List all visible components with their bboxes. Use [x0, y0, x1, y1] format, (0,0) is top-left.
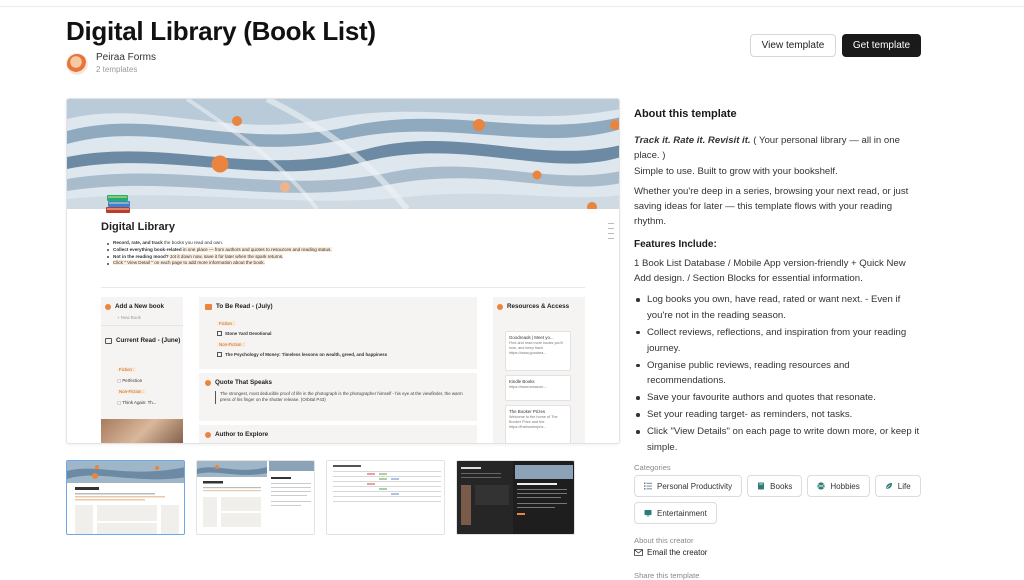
- preview-page-title: Digital Library: [101, 221, 175, 233]
- wave-banner: [67, 99, 619, 209]
- thumbnail-4[interactable]: [456, 460, 575, 535]
- new-book-button: + New Book: [117, 315, 141, 320]
- tbr-nonfiction-item: The Psychology of Money: Timeless lesson…: [217, 352, 387, 357]
- tv-icon: [644, 510, 652, 517]
- nonfiction-item: ▢ Think Again: Th...: [117, 400, 157, 405]
- categories-list: Personal Productivity Books Hobbies Life…: [634, 475, 924, 524]
- template-preview-image: Digital Library Record, rate, and track …: [66, 98, 620, 444]
- preview-bullet: Not in the reading mood? Jot it down now…: [107, 253, 587, 261]
- preview-left-column: Add a New book + New Book Current Read -…: [101, 297, 183, 443]
- thumbnail-1-image: [67, 461, 184, 534]
- quote-heading: Quote That Speaks: [205, 379, 272, 386]
- preview-bullet: Collect everything book-related in one p…: [107, 246, 587, 254]
- add-new-book-heading: Add a New book: [105, 303, 164, 310]
- tbr-fiction-item: Stone Yard Devotional: [217, 331, 272, 336]
- resources-heading: Resources & Access: [497, 303, 583, 311]
- orange-dot-icon: [205, 379, 211, 386]
- creator-info[interactable]: Peiraa Forms 2 templates: [66, 52, 156, 75]
- about-section: About this template Track it. Rate it. R…: [634, 108, 924, 457]
- get-template-button[interactable]: Get template: [842, 34, 921, 57]
- ball-icon: [817, 482, 825, 490]
- feature-item: Organise public reviews, reading resourc…: [634, 358, 924, 389]
- orange-dot-icon: [105, 303, 111, 310]
- categories-heading: Categories: [634, 463, 671, 472]
- about-creator-heading: About this creator: [634, 536, 694, 545]
- book-cover-photo: [101, 419, 183, 443]
- thumbnail-4-image: [457, 461, 574, 534]
- fiction-tag: Fiction :: [117, 367, 137, 372]
- thumbnail-2-image: [197, 461, 314, 534]
- creator-template-count: 2 templates: [96, 65, 138, 74]
- book-icon: [758, 482, 765, 490]
- to-be-read-card: To Be Read - (July) Fiction : Stone Yard…: [199, 297, 477, 369]
- feature-item: Set your reading target- as reminders, n…: [634, 407, 924, 423]
- top-divider: [0, 6, 1024, 7]
- preview-right-column: Resources & Access Goodreads | Meet yo..…: [493, 297, 585, 443]
- checkbox: [217, 331, 222, 336]
- page-title: Digital Library (Book List): [66, 16, 376, 46]
- mail-icon: [634, 549, 643, 556]
- preview-bullet: Record, rate, and track the books you re…: [107, 240, 587, 247]
- checklist-icon: [644, 482, 652, 490]
- features-intro: 1 Book List Database / Mobile App versio…: [634, 257, 906, 285]
- preview-bullets: Record, rate, and track the books you re…: [107, 240, 587, 267]
- to-be-read-heading: To Be Read - (July): [205, 303, 273, 310]
- preview-divider: [101, 287, 585, 288]
- divider: [101, 325, 183, 326]
- fiction-item: ▢ Perfection: [117, 378, 143, 383]
- quote-text: The strongest, most deducible proof of l…: [215, 391, 469, 404]
- share-heading: Share this template: [634, 571, 700, 580]
- category-life[interactable]: Life: [874, 475, 921, 497]
- resource-card-booker: The Booker Prizes Welcome to the home of…: [505, 405, 571, 443]
- thumbnail-2[interactable]: [196, 460, 315, 535]
- category-entertainment[interactable]: Entertainment: [634, 502, 717, 524]
- description-paragraph: Whether you're deep in a series, browsin…: [634, 185, 909, 228]
- category-books[interactable]: Books: [747, 475, 803, 497]
- leaf-icon: [885, 483, 892, 489]
- thumbnail-3-image: [333, 465, 441, 502]
- creator-name[interactable]: Peiraa Forms: [96, 52, 156, 64]
- fiction-tag: Fiction :: [217, 321, 237, 326]
- view-template-button[interactable]: View template: [750, 34, 836, 57]
- nonfiction-tag: Non-Fiction :: [217, 342, 246, 347]
- feature-item: Log books you own, have read, rated or w…: [634, 292, 924, 323]
- book-icon: [205, 303, 212, 310]
- category-hobbies[interactable]: Hobbies: [807, 475, 870, 497]
- current-read-heading: Current Read - (June): [105, 337, 183, 345]
- books-icon: [106, 195, 130, 213]
- feature-item: Collect reviews, reflections, and inspir…: [634, 325, 924, 356]
- creator-avatar[interactable]: [66, 52, 88, 75]
- feature-item: Click "View Details" on each page to wri…: [634, 424, 924, 455]
- resource-card-goodreads: Goodreads | Meet yo... Find and read mor…: [505, 331, 571, 371]
- checkbox: [217, 352, 222, 357]
- outline-indicator: [608, 223, 614, 243]
- tagline-paragraph: Track it. Rate it. Revisit it. ( Your pe…: [634, 135, 900, 162]
- quote-card: Quote That Speaks The strongest, most de…: [199, 373, 477, 421]
- orange-dot-icon: [205, 431, 211, 438]
- category-personal-productivity[interactable]: Personal Productivity: [634, 475, 743, 497]
- orange-dot-icon: [497, 304, 503, 310]
- preview-bullet: Click " View Detail " on each page to ad…: [107, 260, 587, 267]
- email-creator-link[interactable]: Email the creator: [634, 548, 707, 557]
- description-line: Simple to use. Built to grow with your b…: [634, 165, 838, 177]
- feature-item: Save your favourite authors and quotes t…: [634, 390, 924, 406]
- features-list: Log books you own, have read, rated or w…: [634, 292, 924, 455]
- features-heading: Features Include:: [634, 238, 717, 250]
- preview-middle-column: To Be Read - (July) Fiction : Stone Yard…: [199, 297, 477, 443]
- about-heading: About this template: [634, 108, 737, 120]
- author-heading: Author to Explore: [205, 431, 268, 438]
- nonfiction-tag: Non-Fiction :: [117, 389, 146, 394]
- thumbnail-1[interactable]: [66, 460, 185, 535]
- preview-thumbnails: [66, 460, 575, 535]
- thumbnail-3[interactable]: [326, 460, 445, 535]
- book-icon: [105, 338, 112, 344]
- author-card: Author to Explore: [199, 425, 477, 443]
- resource-card-kindle: Kindle Books https://www.amazon....: [505, 375, 571, 401]
